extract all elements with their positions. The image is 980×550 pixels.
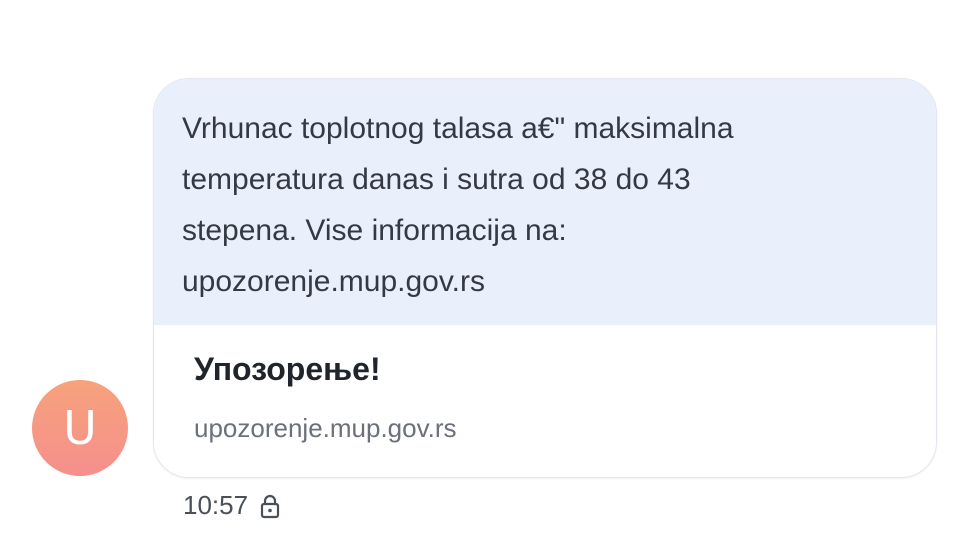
link-preview-domain[interactable]: upozorenje.mup.gov.rs: [194, 411, 896, 445]
avatar-initial: U: [63, 401, 97, 455]
sender-avatar[interactable]: U: [32, 380, 128, 476]
message-text: Vrhunac toplotnog talasa a€" maksimalna …: [182, 112, 734, 298]
message-body: Vrhunac toplotnog talasa a€" maksimalna …: [154, 79, 936, 325]
link-preview-title[interactable]: Упозорење!: [194, 347, 896, 391]
message-meta: 10:57: [183, 490, 282, 521]
message-bubble[interactable]: Vrhunac toplotnog talasa a€" maksimalna …: [153, 78, 937, 478]
message-screen: U Vrhunac toplotnog talasa a€" maksimaln…: [0, 0, 980, 550]
lock-icon: [258, 493, 282, 519]
message-time: 10:57: [183, 490, 249, 520]
link-preview-card[interactable]: Упозорење! upozorenje.mup.gov.rs: [154, 325, 936, 477]
